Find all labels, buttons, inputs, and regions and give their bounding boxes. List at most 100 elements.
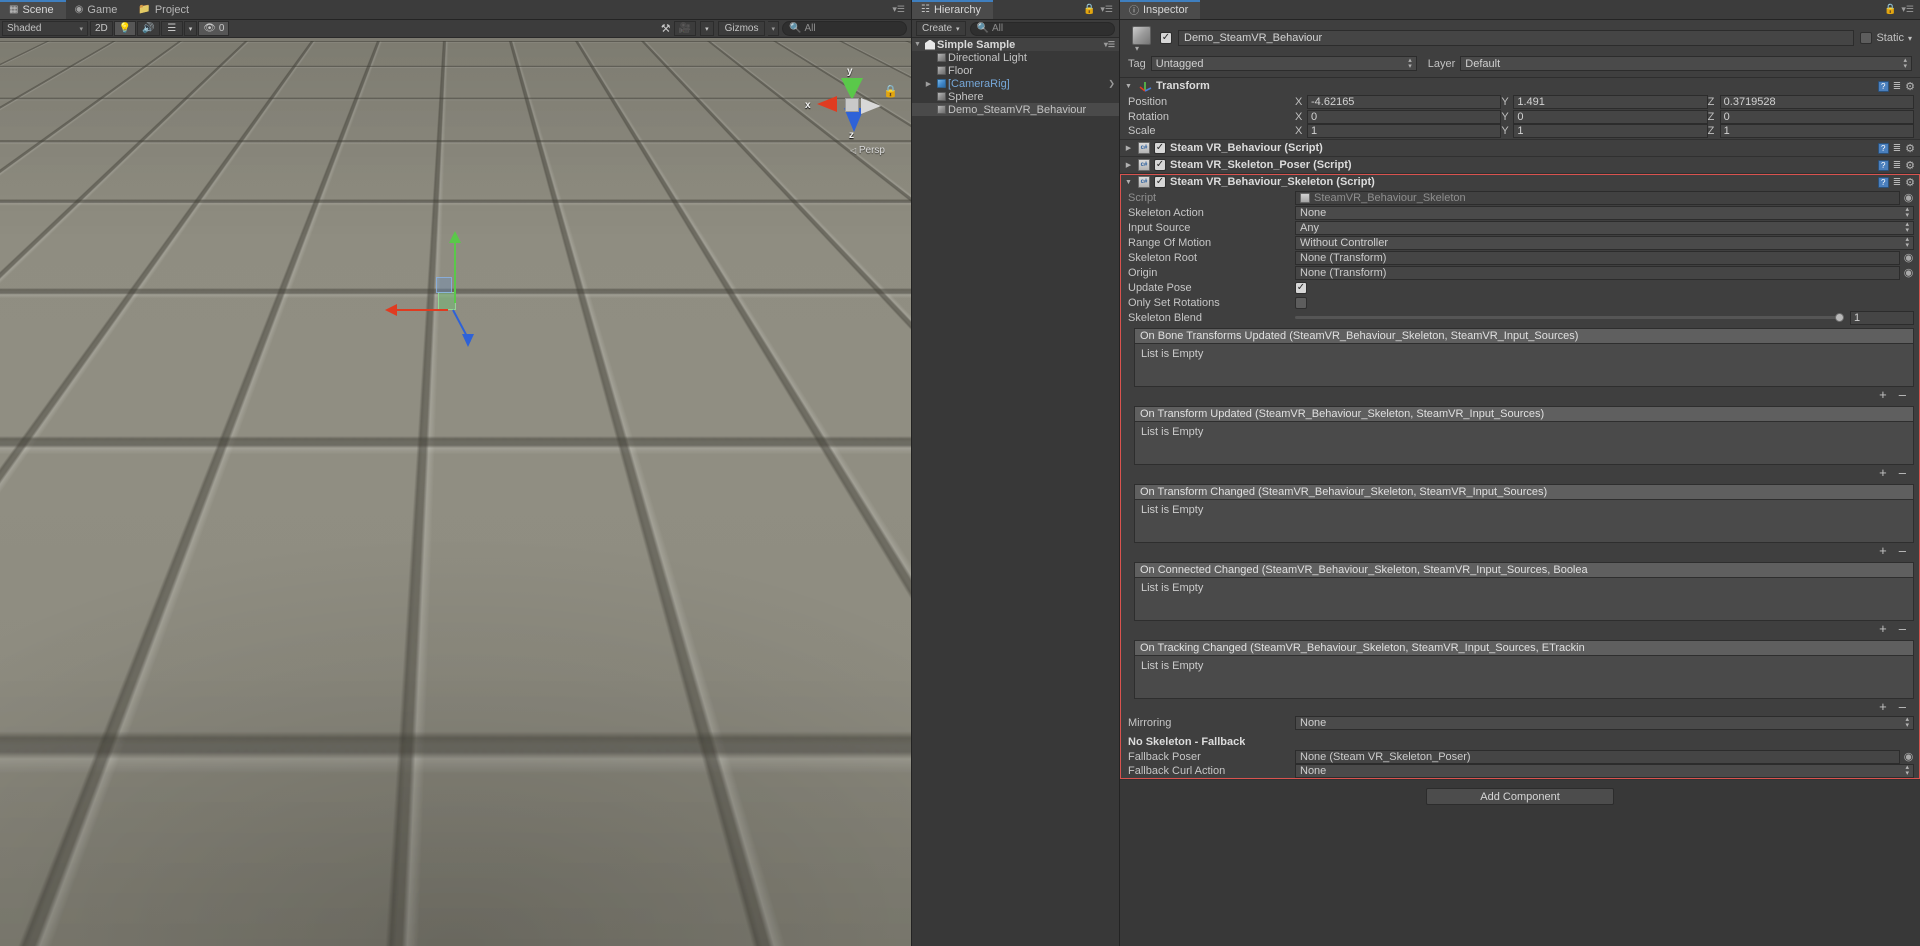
steamvr-behaviour-skeleton-header[interactable]: ▼ c# ✓ Steam VR_Behaviour_Skeleton (Scri… [1120, 174, 1920, 190]
add-listener-button[interactable]: + [1879, 388, 1887, 401]
chevron-right-icon[interactable]: ▶ [1123, 161, 1134, 169]
event-list[interactable]: List is Empty [1134, 577, 1914, 621]
position-y-input[interactable]: 1.491 [1513, 94, 1708, 109]
input-source-dropdown[interactable]: Any ▴ ▾ [1295, 220, 1914, 235]
object-picker-icon[interactable]: ◉ [1903, 750, 1914, 763]
hamburger-icon[interactable]: ▾☰ [1100, 4, 1113, 15]
mirroring-dropdown[interactable]: None ▴ ▾ [1295, 715, 1914, 730]
gizmo-plane-xy[interactable] [436, 277, 452, 293]
orientation-x-cone[interactable] [817, 96, 837, 112]
event-list[interactable]: List is Empty [1134, 421, 1914, 465]
skeleton-action-dropdown[interactable]: None ▴ ▾ [1295, 205, 1914, 220]
add-listener-button[interactable]: + [1879, 622, 1887, 635]
scene-fx-dropdown[interactable]: ▾ [183, 21, 198, 36]
orientation-negx-cone[interactable] [861, 98, 881, 114]
tab-game[interactable]: ◉ Game [66, 0, 130, 19]
lock-icon[interactable]: 🔒 [1083, 4, 1095, 15]
transform-header[interactable]: ▼ Transform ? ≣ ⚙ [1120, 78, 1920, 94]
chevron-down-icon[interactable]: ▼ [912, 41, 923, 48]
steamvr-behaviour-enabled-checkbox[interactable]: ✓ [1154, 142, 1166, 154]
help-icon[interactable]: ? [1877, 142, 1889, 154]
hierarchy-item-demo-steamvr-behaviour[interactable]: Demo_SteamVR_Behaviour [912, 103, 1119, 116]
hamburger-icon[interactable]: ▾☰ [1901, 4, 1914, 15]
gameobject-name-input[interactable]: Demo_SteamVR_Behaviour [1178, 30, 1855, 46]
help-icon[interactable]: ? [1877, 176, 1889, 188]
remove-listener-button[interactable]: – [1899, 622, 1906, 635]
hierarchy-search-input[interactable]: 🔍 All [969, 21, 1115, 36]
tab-hierarchy[interactable]: ☷ Hierarchy [912, 0, 994, 19]
scene-context-menu-icon[interactable]: ▾☰ [1104, 40, 1115, 49]
steamvr-skeleton-poser-header[interactable]: ▶ c# ✓ Steam VR_Skeleton_Poser (Script) … [1120, 157, 1920, 173]
hierarchy-item-sphere[interactable]: Sphere [912, 90, 1119, 103]
rotation-z-input[interactable]: 0 [1719, 109, 1914, 124]
preset-icon[interactable]: ≣ [1893, 160, 1901, 171]
gizmo-x-arrow[interactable] [385, 304, 397, 316]
remove-listener-button[interactable]: – [1899, 388, 1906, 401]
skeleton-blend-control[interactable]: 1 [1295, 310, 1914, 325]
hierarchy-item-directional-light[interactable]: Directional Light [912, 51, 1119, 64]
scene-viewport[interactable]: y x z 🔒 ◁ Persp [0, 38, 911, 946]
scale-x-input[interactable]: 1 [1307, 123, 1502, 138]
rotation-x-input[interactable]: 0 [1307, 109, 1502, 124]
gizmo-z-arrow[interactable] [462, 334, 474, 347]
gear-icon[interactable]: ⚙ [1905, 142, 1915, 155]
scene-search-input[interactable]: 🔍 All [782, 21, 907, 36]
gizmo-y-arrow[interactable] [449, 231, 461, 243]
preset-icon[interactable]: ≣ [1893, 81, 1901, 92]
scene-lighting-button[interactable]: 💡 [113, 21, 137, 36]
steamvr-behaviour-skeleton-enabled-checkbox[interactable]: ✓ [1154, 176, 1166, 188]
gizmo-x-axis[interactable] [396, 309, 448, 311]
object-picker-icon[interactable]: ◉ [1903, 251, 1914, 264]
tab-inspector[interactable]: ⓘ Inspector [1120, 0, 1201, 19]
range-of-motion-dropdown[interactable]: Without Controller ▴ ▾ [1295, 235, 1914, 250]
scale-y-input[interactable]: 1 [1513, 123, 1708, 138]
static-checkbox[interactable] [1860, 32, 1873, 44]
tools-icon[interactable]: ⚒ [661, 22, 671, 35]
add-listener-button[interactable]: + [1879, 544, 1887, 557]
remove-listener-button[interactable]: – [1899, 544, 1906, 557]
chevron-down-icon[interactable]: ▾ [1908, 34, 1912, 43]
chevron-right-icon[interactable]: ▶ [1123, 144, 1134, 152]
help-icon[interactable]: ? [1877, 159, 1889, 171]
hierarchy-scene-root[interactable]: ▼ Simple Sample ▾☰ [912, 38, 1119, 51]
fallback-curl-action-dropdown[interactable]: None ▴ ▾ [1295, 763, 1914, 778]
event-list[interactable]: List is Empty [1134, 499, 1914, 543]
prefab-open-icon[interactable]: ❯ [1108, 79, 1115, 88]
help-icon[interactable]: ? [1877, 80, 1889, 92]
shading-mode-dropdown[interactable]: Shaded ▾ [2, 21, 88, 36]
position-x-input[interactable]: -4.62165 [1307, 94, 1502, 109]
chevron-right-icon[interactable]: ▶ [923, 80, 934, 88]
lock-icon[interactable]: 🔒 [1884, 4, 1896, 15]
hamburger-icon[interactable]: ▾☰ [892, 4, 905, 15]
inspector-body[interactable]: ▾ ✓ Demo_SteamVR_Behaviour Static ▾ Tag … [1120, 20, 1920, 946]
hierarchy-tree[interactable]: ▼ Simple Sample ▾☰ Directional Light Flo… [912, 38, 1119, 946]
scene-camera-dropdown[interactable]: ▾ [700, 21, 714, 36]
origin-object-field[interactable]: None (Transform) [1295, 265, 1900, 280]
scene-lock-icon[interactable]: 🔒 [883, 84, 898, 98]
chevron-down-icon[interactable]: ▾ [1135, 44, 1139, 53]
preset-icon[interactable]: ≣ [1893, 143, 1901, 154]
add-listener-button[interactable]: + [1879, 700, 1887, 713]
orientation-center-cube[interactable] [845, 98, 859, 112]
scene-fx-button[interactable]: ☰ [160, 21, 183, 36]
hierarchy-item-floor[interactable]: Floor [912, 64, 1119, 77]
skeleton-blend-slider[interactable] [1295, 311, 1844, 325]
scene-audio-button[interactable]: 🔊 [137, 21, 160, 36]
gear-icon[interactable]: ⚙ [1905, 159, 1915, 172]
tag-dropdown[interactable]: Untagged ▴ ▾ [1150, 56, 1417, 71]
add-listener-button[interactable]: + [1879, 466, 1887, 479]
scale-z-input[interactable]: 1 [1719, 123, 1914, 138]
gizmos-dropdown[interactable]: ▾ [768, 21, 779, 36]
tab-project[interactable]: 📁 Project [129, 0, 201, 19]
object-picker-icon[interactable]: ◉ [1903, 191, 1914, 204]
only-set-rotations-checkbox[interactable]: ✓ [1295, 296, 1307, 309]
toggle-2d-button[interactable]: 2D [90, 21, 113, 36]
update-pose-checkbox[interactable]: ✓ [1295, 281, 1307, 294]
tab-scene[interactable]: ▦ Scene [0, 0, 66, 19]
position-z-input[interactable]: 0.3719528 [1719, 94, 1914, 109]
steamvr-behaviour-header[interactable]: ▶ c# ✓ Steam VR_Behaviour (Script) ? ≣ ⚙ [1120, 140, 1920, 156]
create-button[interactable]: Create ▾ [916, 21, 966, 36]
preset-icon[interactable]: ≣ [1893, 177, 1901, 188]
steamvr-skeleton-poser-enabled-checkbox[interactable]: ✓ [1154, 159, 1166, 171]
event-list[interactable]: List is Empty [1134, 655, 1914, 699]
